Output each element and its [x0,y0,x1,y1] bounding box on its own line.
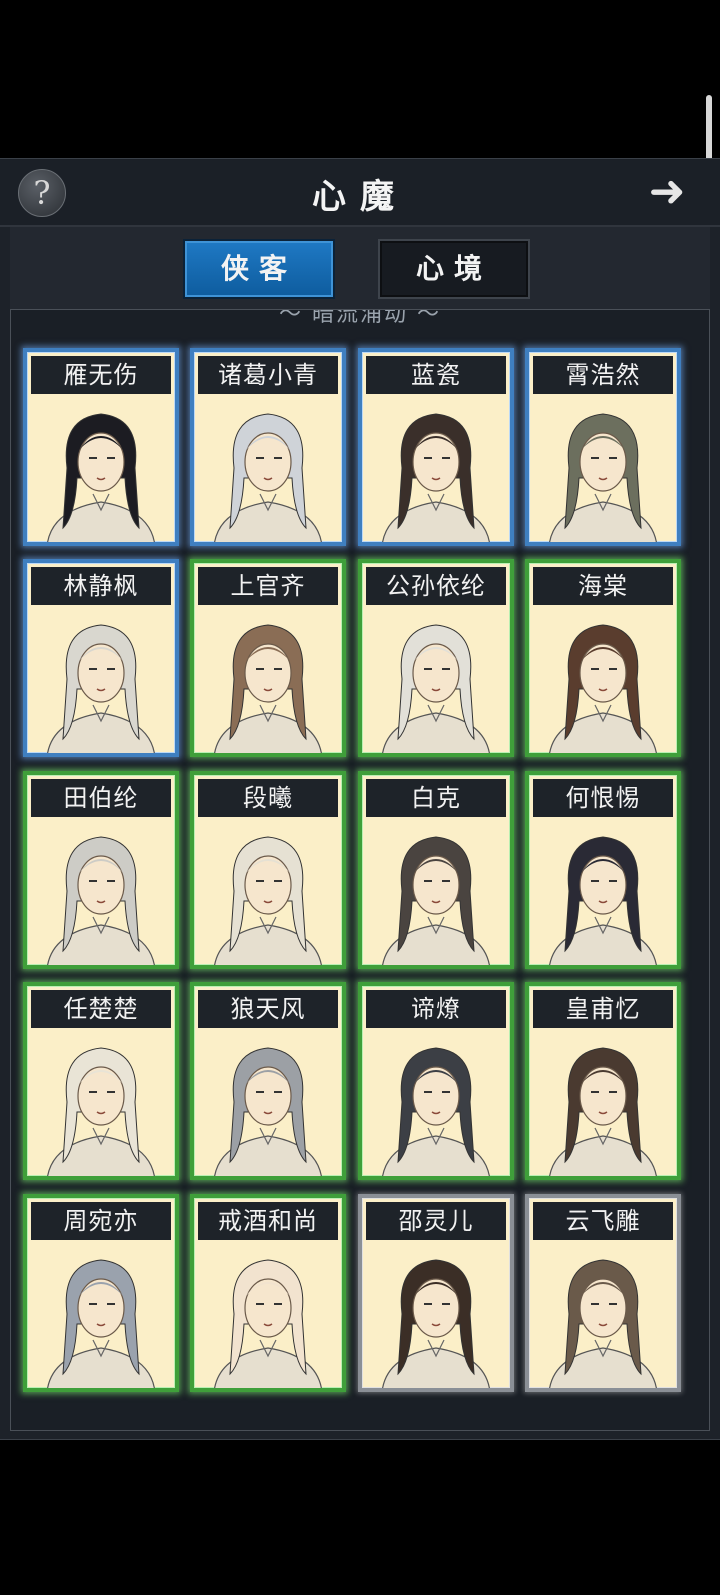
character-card[interactable]: 戒酒和尚 [190,1194,346,1392]
header: ? 心魔 ➜ [0,159,720,227]
tab-mindset[interactable]: 心境 [378,239,530,299]
character-name: 上官齐 [198,567,338,605]
tab-bar: 侠客 心境 [10,227,710,309]
character-name: 何恨惕 [533,779,673,817]
character-card[interactable]: 白克 [358,771,514,969]
character-name: 狼天风 [198,990,338,1028]
character-portrait [549,836,657,965]
character-name: 段曦 [198,779,338,817]
character-card[interactable]: 何恨惕 [525,771,681,969]
character-name: 云飞雕 [533,1202,673,1240]
character-card[interactable]: 海棠 [525,559,681,757]
character-portrait [549,624,657,753]
page-title: 心魔 [312,177,408,217]
character-card[interactable]: 雁无伤 [23,348,179,546]
character-portrait [549,1259,657,1388]
character-card[interactable]: 霄浩然 [525,348,681,546]
character-card[interactable]: 周宛亦 [23,1194,179,1392]
character-portrait [47,624,155,753]
character-card[interactable]: 蓝瓷 [358,348,514,546]
character-card[interactable]: 公孙依纶 [358,559,514,757]
character-portrait [47,413,155,542]
character-card[interactable]: 邵灵儿 [358,1194,514,1392]
character-name: 霄浩然 [533,356,673,394]
character-portrait [382,1047,490,1176]
character-name: 任楚楚 [31,990,171,1028]
character-card[interactable]: 谛燎 [358,982,514,1180]
character-name: 雁无伤 [31,356,171,394]
character-portrait [214,1259,322,1388]
character-name: 邵灵儿 [366,1202,506,1240]
section-label: ～ 暗流涌动 ～ [279,309,441,327]
character-portrait [382,624,490,753]
character-name: 白克 [366,779,506,817]
character-portrait [549,1047,657,1176]
character-card[interactable]: 皇甫忆 [525,982,681,1180]
character-portrait [214,1047,322,1176]
character-portrait [382,413,490,542]
character-portrait [382,836,490,965]
character-card[interactable]: 诸葛小青 [190,348,346,546]
character-portrait [549,413,657,542]
character-name: 蓝瓷 [366,356,506,394]
character-name: 田伯纶 [31,779,171,817]
arrow-right-icon[interactable]: ➜ [636,169,698,215]
bottom-area [0,1440,720,1595]
character-grid: ～ 暗流涌动 ～ 雁无伤 诸葛小青 蓝瓷 霄浩然林静枫 上官齐 公孙依纶 海棠田伯纶 段曦 白克… [10,309,710,1431]
character-card[interactable]: 任楚楚 [23,982,179,1180]
character-portrait [47,1259,155,1388]
character-card[interactable]: 田伯纶 [23,771,179,969]
character-card[interactable]: 上官齐 [190,559,346,757]
character-portrait [47,836,155,965]
character-card[interactable]: 云飞雕 [525,1194,681,1392]
tab-heroes[interactable]: 侠客 [183,239,335,299]
character-portrait [214,624,322,753]
character-card[interactable]: 林静枫 [23,559,179,757]
character-name: 海棠 [533,567,673,605]
character-name: 谛燎 [366,990,506,1028]
character-card[interactable]: 段曦 [190,771,346,969]
status-area [0,0,720,158]
character-name: 公孙依纶 [366,567,506,605]
character-card[interactable]: 狼天风 [190,982,346,1180]
character-name: 林静枫 [31,567,171,605]
character-portrait [47,1047,155,1176]
character-name: 皇甫忆 [533,990,673,1028]
character-name: 戒酒和尚 [198,1202,338,1240]
character-portrait [214,836,322,965]
character-portrait [382,1259,490,1388]
heart-demon-panel: ? 心魔 ➜ 侠客 心境 ～ 暗流涌动 ～ 雁无伤 诸葛小青 蓝瓷 霄浩然林静枫 上官齐… [0,158,720,1440]
character-portrait [214,413,322,542]
character-name: 周宛亦 [31,1202,171,1240]
character-name: 诸葛小青 [198,356,338,394]
